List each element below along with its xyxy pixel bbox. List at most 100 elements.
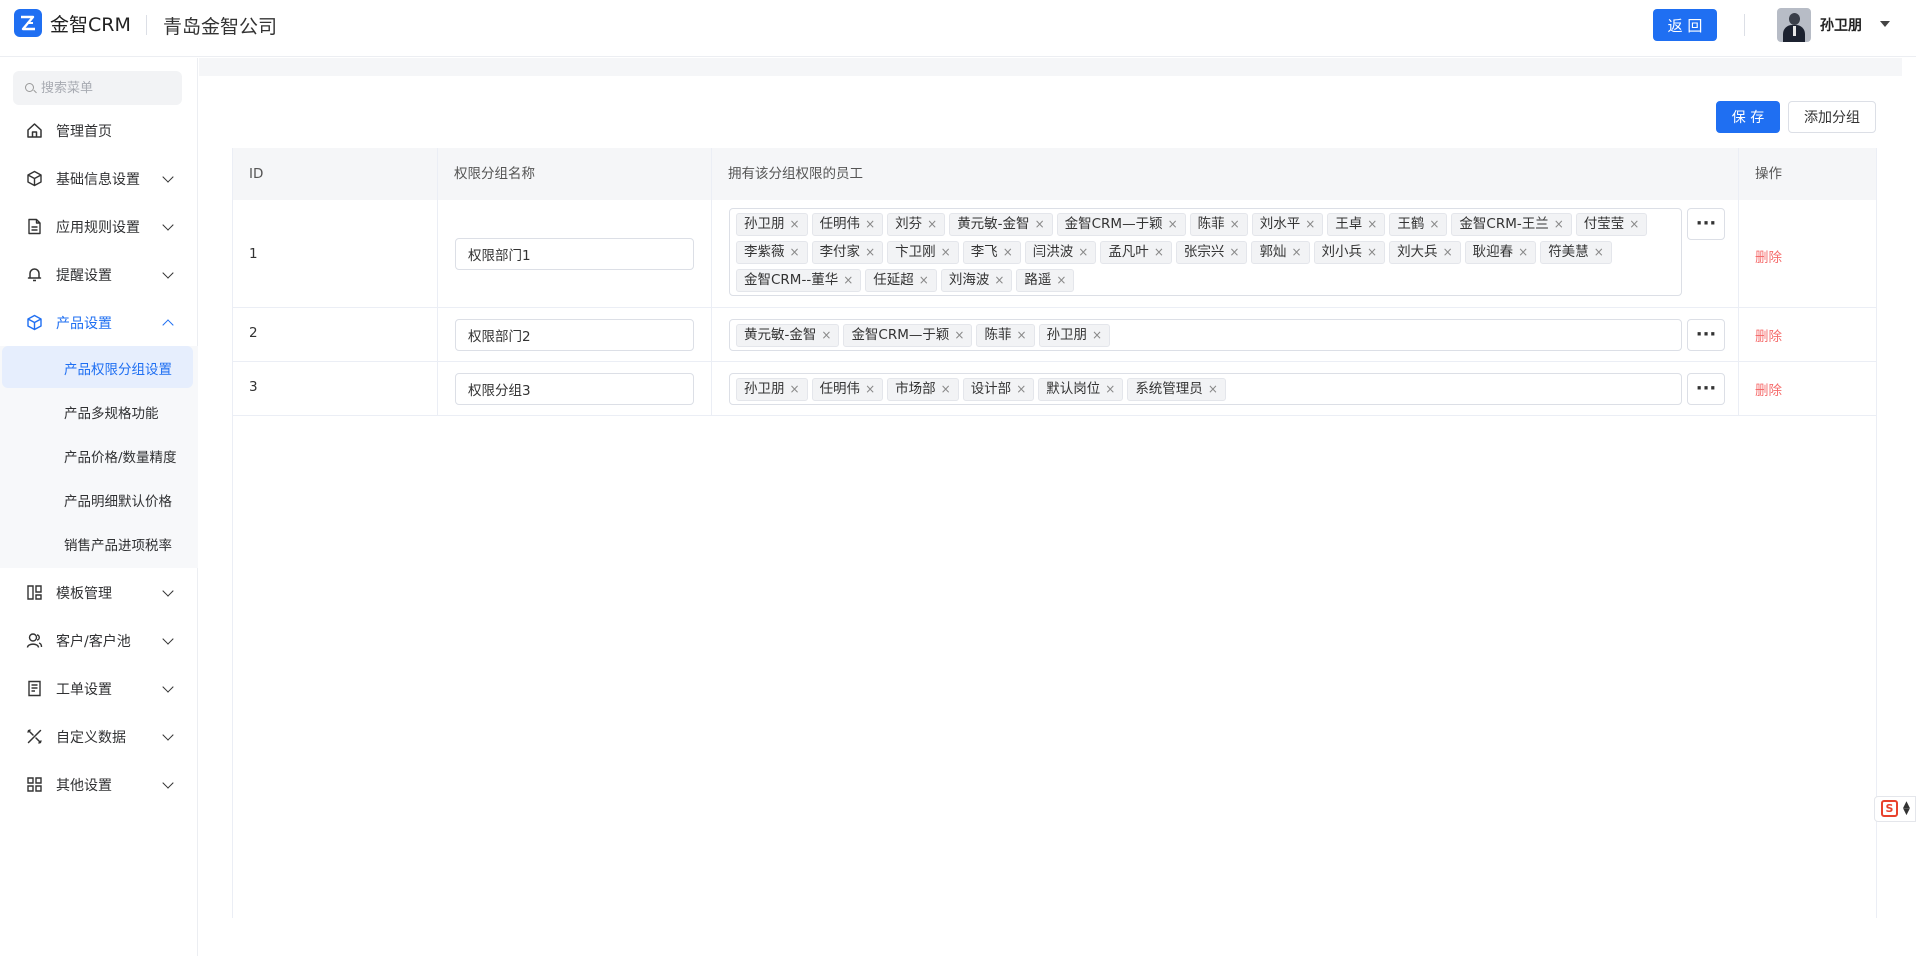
sidebar-item-tickets[interactable]: 工单设置 [0,664,198,712]
group-name-input[interactable] [455,319,694,351]
close-icon[interactable]: × [865,379,875,400]
add-group-button[interactable]: 添加分组 [1788,101,1876,133]
close-icon[interactable]: × [1208,379,1218,400]
group-name-input[interactable] [455,373,694,405]
close-icon[interactable]: × [994,270,1004,291]
submenu-item-price-precision[interactable]: 产品价格/数量精度 [2,434,193,476]
sidebar-item-reminders[interactable]: 提醒设置 [0,250,198,298]
member-tag-label: 郭灿 [1259,244,1287,260]
user-name[interactable]: 孙卫朋 [1820,15,1862,35]
close-icon[interactable]: × [919,270,929,291]
close-icon[interactable]: × [1154,242,1164,263]
close-icon[interactable]: × [927,214,937,235]
sidebar-item-customers[interactable]: 客户/客户池 [0,616,198,664]
chevron-down-icon [162,219,174,231]
member-tag: 王鹤 × [1389,213,1448,236]
chevron-up-icon [162,319,174,331]
close-icon[interactable]: × [1056,270,1066,291]
close-icon[interactable]: × [790,242,800,263]
more-button[interactable]: ··· [1687,319,1725,351]
member-tag: 孟凡叶 × [1100,241,1172,264]
close-icon[interactable]: × [1229,242,1239,263]
members-cell: 孙卫朋 × 任明伟 × 市场部 × 设计部 × 默认岗位 × 系统管理员 × ··· [712,362,1739,415]
member-tags[interactable]: 孙卫朋 × 任明伟 × 市场部 × 设计部 × 默认岗位 × 系统管理员 × [729,373,1682,405]
close-icon[interactable]: × [1305,214,1315,235]
close-icon[interactable]: × [1429,214,1439,235]
sidebar-item-label: 模板管理 [56,586,112,602]
close-icon[interactable]: × [1078,242,1088,263]
sidebar-item-product-settings[interactable]: 产品设置 [0,298,198,346]
close-icon[interactable]: × [1554,214,1564,235]
more-button[interactable]: ··· [1687,208,1725,240]
member-tag-label: 符美慧 [1548,244,1589,260]
delete-link[interactable]: 删除 [1755,246,1782,266]
close-icon[interactable]: × [865,214,875,235]
sidebar-item-custom-data[interactable]: 自定义数据 [0,712,198,760]
close-icon[interactable]: × [821,325,831,346]
member-tag-label: 陈菲 [984,327,1012,343]
close-icon[interactable]: × [1230,214,1240,235]
feedback-widget[interactable]: S ▲ ▼ [1874,796,1916,822]
permission-groups-table: ID 权限分组名称 拥有该分组权限的员工 操作 1 孙卫朋×任明伟×刘芬×黄元敏… [232,148,1877,918]
close-icon[interactable]: × [1092,325,1102,346]
member-tag-label: 设计部 [970,381,1012,397]
close-icon[interactable]: × [1003,242,1013,263]
sidebar-item-templates[interactable]: 模板管理 [0,568,198,616]
close-icon[interactable]: × [1367,214,1377,235]
close-icon[interactable]: × [1443,242,1453,263]
close-icon[interactable]: × [1105,379,1115,400]
sidebar-item-basic-info[interactable]: 基础信息设置 [0,154,198,202]
submenu-item-permission-groups[interactable]: 产品权限分组设置 [2,346,193,388]
member-tag: 孙卫朋 × [736,378,808,401]
member-tags[interactable]: 孙卫朋 × 任明伟 × 刘芬 × 黄元敏-金智 × 金智CRM—于颖 × 陈菲 × 刘水平 × 王卓 × 王鹤 ×… [729,208,1682,296]
close-icon[interactable]: × [790,379,800,400]
member-tag-label: 金智CRM—于颖 [1064,216,1163,232]
close-icon[interactable]: × [1367,242,1377,263]
member-tag: 刘海波 × [940,269,1013,292]
group-name-input[interactable] [455,238,694,270]
sidebar-item-home[interactable]: 管理首页 [0,106,198,154]
submenu-item-input-tax[interactable]: 销售产品进项税率 [2,522,193,564]
close-icon[interactable]: × [790,214,800,235]
member-tag-label: 卞卫刚 [895,244,936,260]
close-icon[interactable]: × [1518,242,1528,263]
caret-down-icon[interactable] [1880,21,1890,27]
logo-icon [14,9,42,37]
save-button[interactable]: 保 存 [1716,101,1780,133]
close-icon[interactable]: × [1016,325,1026,346]
close-icon[interactable]: × [843,270,853,291]
sidebar-item-label: 提醒设置 [56,268,112,284]
member-tag-label: 付莹莹 [1583,216,1625,232]
sidebar-item-app-rules[interactable]: 应用规则设置 [0,202,198,250]
member-tag-label: 陈菲 [1197,216,1225,232]
member-tags[interactable]: 黄元敏-金智 × 金智CRM—于颖 × 陈菲 × 孙卫朋 × [729,319,1682,351]
back-button[interactable]: 返 回 [1653,9,1717,41]
member-tag: 李飞 × [962,241,1021,264]
submenu-item-label: 产品多规格功能 [64,406,159,422]
close-icon[interactable]: × [1629,214,1639,235]
submenu-item-default-price[interactable]: 产品明细默认价格 [2,478,193,520]
close-icon[interactable]: × [865,242,875,263]
delete-link[interactable]: 删除 [1755,325,1782,345]
close-icon[interactable]: × [1168,214,1178,235]
member-tag-label: 闫洪波 [1032,244,1074,260]
close-icon[interactable]: × [1291,242,1301,263]
row-id: 3 [249,379,258,395]
close-icon[interactable]: × [941,379,951,400]
avatar[interactable] [1777,8,1811,42]
submenu-item-label: 产品明细默认价格 [64,494,172,510]
close-icon[interactable]: × [954,325,964,346]
close-icon[interactable]: × [1016,379,1026,400]
more-button[interactable]: ··· [1687,373,1725,405]
delete-link[interactable]: 删除 [1755,379,1782,399]
sidebar-item-label: 基础信息设置 [56,172,140,188]
member-tag: 默认岗位 × [1038,378,1124,401]
member-tag: 刘小兵 × [1313,241,1386,264]
submenu-item-multi-spec[interactable]: 产品多规格功能 [2,390,193,432]
search-input[interactable] [41,78,176,98]
close-icon[interactable]: × [1594,242,1604,263]
member-tag-label: 张宗兴 [1183,244,1225,260]
close-icon[interactable]: × [1035,214,1045,235]
close-icon[interactable]: × [941,242,951,263]
sidebar-item-other-settings[interactable]: 其他设置 [0,760,198,808]
